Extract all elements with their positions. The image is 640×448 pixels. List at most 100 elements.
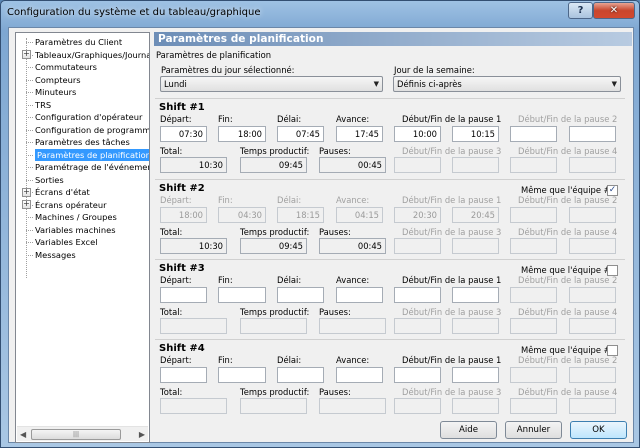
tree-item[interactable]: Commutateurs [35, 61, 97, 73]
same-as-previous-label: Même que l'équipe #2 [521, 265, 616, 275]
delai-input[interactable] [277, 367, 324, 383]
shift-separator [155, 339, 625, 340]
depart-label: Départ: [160, 114, 192, 124]
tree-item[interactable]: Paramètres du Client [35, 36, 122, 48]
pause1-end-input[interactable]: 10:15 [452, 126, 499, 142]
tree-connector [26, 129, 33, 131]
pauses-value: 00:45 [319, 157, 386, 173]
productive-time-label: Temps productif: [240, 146, 310, 156]
pause2-label: Début/Fin de la pause 2 [518, 195, 618, 205]
pauses-value: 00:45 [319, 238, 386, 254]
tree-item[interactable]: Variables machines [35, 224, 116, 236]
help-icon[interactable]: ? [568, 2, 593, 19]
avance-label: Avance: [336, 195, 370, 205]
pause2-start-input [510, 207, 557, 223]
pause1-start-input: 20:30 [394, 207, 441, 223]
pause1-start-input[interactable] [394, 367, 441, 383]
pause3-end-input [452, 238, 499, 254]
pause1-label: Début/Fin de la pause 1 [402, 114, 502, 124]
pauses-label: Pauses: [319, 387, 351, 397]
delai-input: 18:15 [277, 207, 324, 223]
expand-icon[interactable]: + [22, 200, 31, 209]
tree-item[interactable]: TRS [35, 99, 51, 111]
pause3-label: Début/Fin de la pause 3 [402, 146, 502, 156]
tree-connector [26, 67, 33, 68]
close-icon[interactable]: ✕ [593, 2, 635, 19]
avance-input[interactable] [336, 287, 383, 303]
tree-item[interactable]: Variables Excel [35, 236, 98, 248]
tree-item[interactable]: Paramètres de planification [35, 148, 149, 161]
fin-input[interactable] [218, 367, 266, 383]
cancel-button[interactable]: Annuler [505, 421, 562, 439]
scroll-left-icon[interactable]: ◀ [20, 430, 26, 439]
expand-icon[interactable]: + [22, 187, 31, 197]
tree-connector [26, 42, 33, 43]
tree-item[interactable]: Tableaux/Graphiques/Journa [35, 49, 149, 61]
tree-item[interactable]: Configuration d'opérateur [35, 111, 142, 123]
depart-input[interactable] [160, 367, 207, 383]
pause3-end-input [452, 157, 499, 173]
shift-separator [155, 259, 625, 260]
pause1-end-input[interactable] [452, 367, 499, 383]
delai-input[interactable] [277, 287, 324, 303]
settings-tree[interactable]: ◀ ||| ▶ Paramètres du Client + Tableaux/Gr… [15, 32, 150, 443]
pause4-end-input [569, 157, 616, 173]
pause4-start-input [510, 398, 557, 414]
pause3-start-input [394, 318, 441, 334]
pause2-start-input[interactable] [510, 126, 557, 142]
tree-connector [26, 104, 33, 106]
page-title: Paramètres de planification [154, 32, 632, 46]
tree-item[interactable]: Configuration de programme [35, 124, 149, 136]
shift-separator [155, 98, 625, 99]
tree-item[interactable]: Sorties [35, 174, 64, 186]
tree-item[interactable]: Compteurs [35, 74, 81, 86]
pause2-label: Début/Fin de la pause 2 [518, 114, 618, 124]
pause1-start-input[interactable]: 10:00 [394, 126, 441, 142]
expand-icon[interactable]: + [22, 50, 31, 59]
scroll-right-icon[interactable]: ▶ [139, 430, 145, 439]
avance-label: Avance: [336, 355, 370, 365]
tree-connector [26, 167, 33, 168]
tree-item[interactable]: Machines / Groupes [35, 211, 117, 223]
pause3-start-input [394, 157, 441, 173]
pause4-label: Début/Fin de la pause 4 [518, 307, 618, 317]
ok-button[interactable]: OK [570, 421, 627, 439]
avance-input[interactable] [336, 367, 383, 383]
tree-item[interactable]: Paramétrage de l'événement [35, 161, 149, 173]
weekday-value: Définis ci-après [397, 79, 462, 89]
tree-item[interactable]: Minuteurs [35, 86, 76, 98]
day-params-select[interactable]: Lundi ▼ [160, 76, 383, 92]
total-value [160, 318, 227, 334]
help-button[interactable]: Aide [440, 421, 497, 439]
total-label: Total: [160, 387, 183, 397]
tree-item[interactable]: Messages [35, 249, 76, 261]
tree-horizontal-scrollbar[interactable]: ◀ ||| ▶ [17, 426, 148, 441]
scrollbar-thumb[interactable]: ||| [31, 429, 121, 440]
fin-input[interactable] [218, 287, 266, 303]
tree-connector [26, 217, 33, 218]
depart-input[interactable] [160, 287, 207, 303]
delai-input[interactable]: 07:45 [277, 126, 324, 142]
chevron-down-icon: ▼ [373, 80, 379, 88]
pause1-end-input[interactable] [452, 287, 499, 303]
total-label: Total: [160, 227, 183, 237]
weekday-label: Jour de la semaine: [394, 65, 475, 75]
fin-input[interactable]: 18:00 [218, 126, 266, 142]
depart-input[interactable]: 07:30 [160, 126, 207, 142]
depart-label: Départ: [160, 195, 192, 205]
tree-connector [26, 79, 33, 81]
productive-time-value [240, 318, 307, 334]
pause2-end-input[interactable] [569, 126, 616, 142]
tree-item[interactable]: Écrans opérateur [35, 199, 107, 211]
pause1-end-input: 20:45 [452, 207, 499, 223]
avance-label: Avance: [336, 114, 370, 124]
shift-title: Shift #3 [159, 263, 205, 274]
tree-item[interactable]: Écrans d'état [35, 186, 90, 198]
pause1-label: Début/Fin de la pause 1 [402, 275, 502, 285]
avance-input[interactable]: 17:45 [336, 126, 383, 142]
tree-item[interactable]: Paramètres des tâches [35, 136, 130, 148]
weekday-select[interactable]: Définis ci-après ▼ [393, 76, 621, 92]
pause1-start-input[interactable] [394, 287, 441, 303]
tree-connector [26, 117, 33, 118]
delai-label: Délai: [277, 355, 302, 365]
